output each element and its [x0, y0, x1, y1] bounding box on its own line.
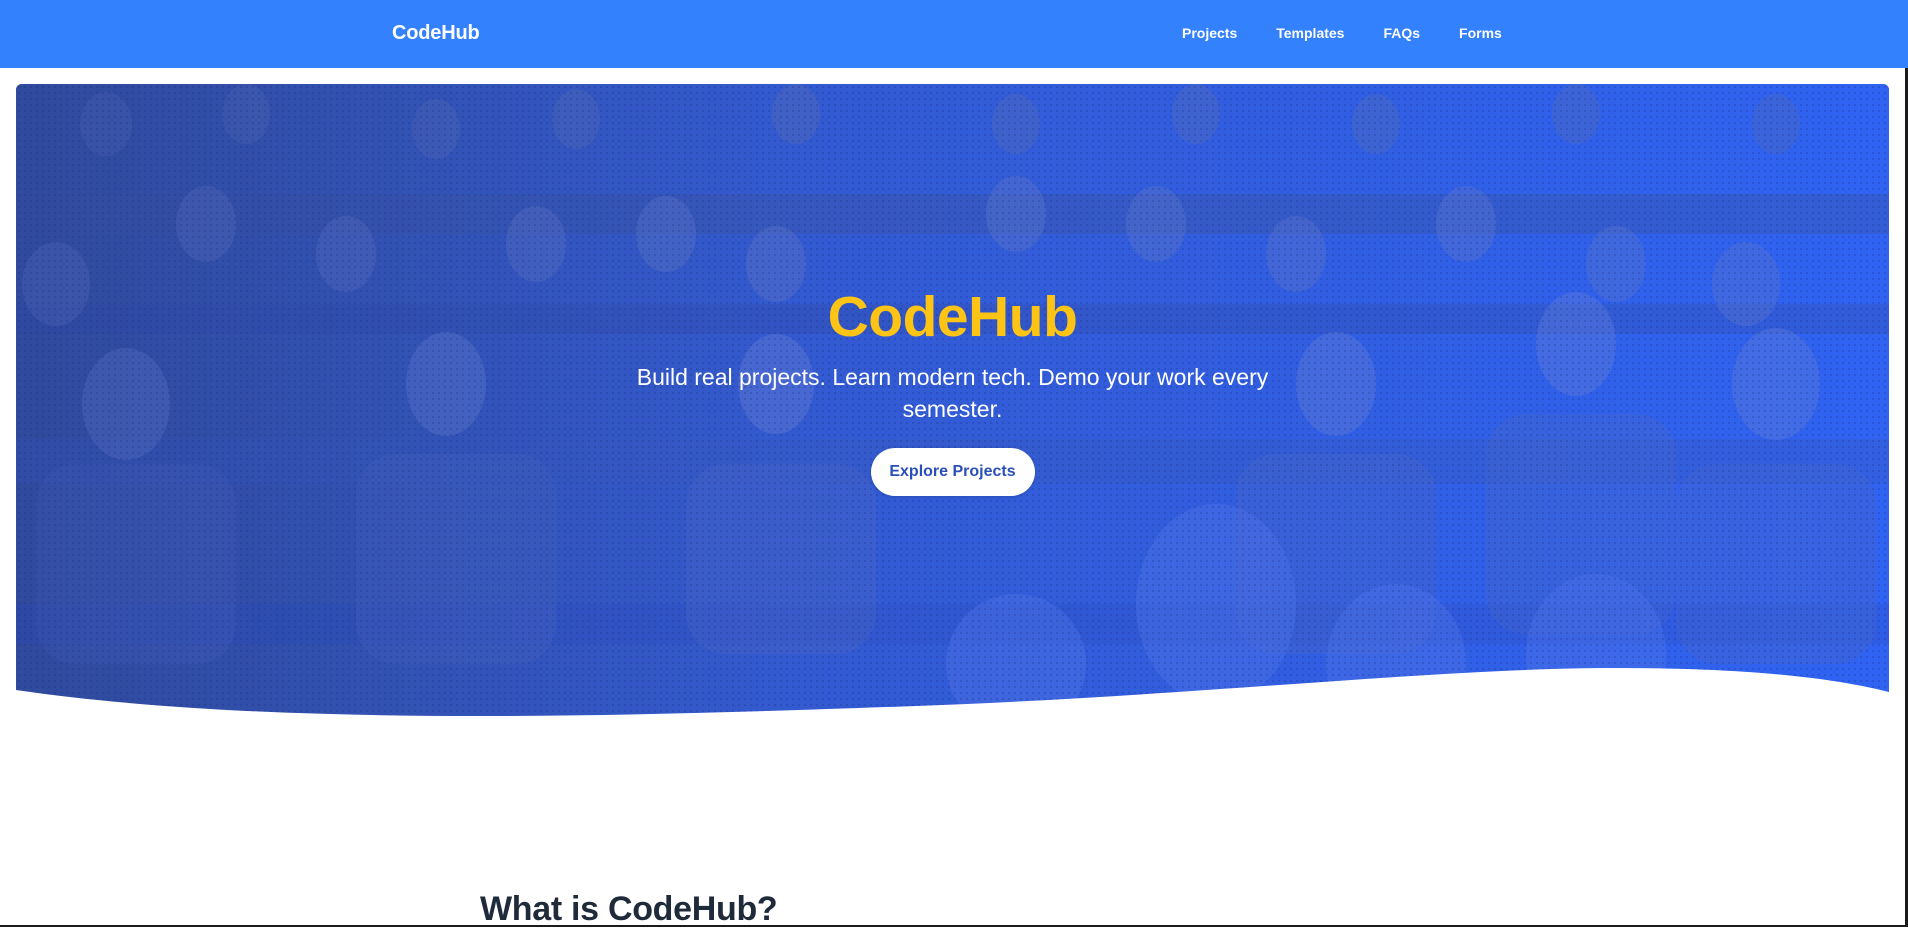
top-navbar: CodeHub Projects Templates FAQs Forms [0, 0, 1908, 68]
hero-title: CodeHub [16, 284, 1889, 350]
explore-projects-button[interactable]: Explore Projects [871, 448, 1035, 496]
nav-link-templates[interactable]: Templates [1276, 25, 1344, 41]
hero-content: CodeHub Build real projects. Learn moder… [16, 84, 1889, 728]
nav-link-forms[interactable]: Forms [1459, 25, 1502, 41]
nav-link-projects[interactable]: Projects [1182, 25, 1237, 41]
hero-banner: CodeHub Build real projects. Learn moder… [16, 84, 1889, 728]
nav-link-faqs[interactable]: FAQs [1383, 25, 1420, 41]
brand-logo-link[interactable]: CodeHub [392, 22, 479, 45]
section-heading-what-is: What is CodeHub? [480, 890, 777, 929]
nav-links: Projects Templates FAQs Forms [1182, 25, 1541, 41]
hero-subtitle: Build real projects. Learn modern tech. … [613, 361, 1293, 425]
